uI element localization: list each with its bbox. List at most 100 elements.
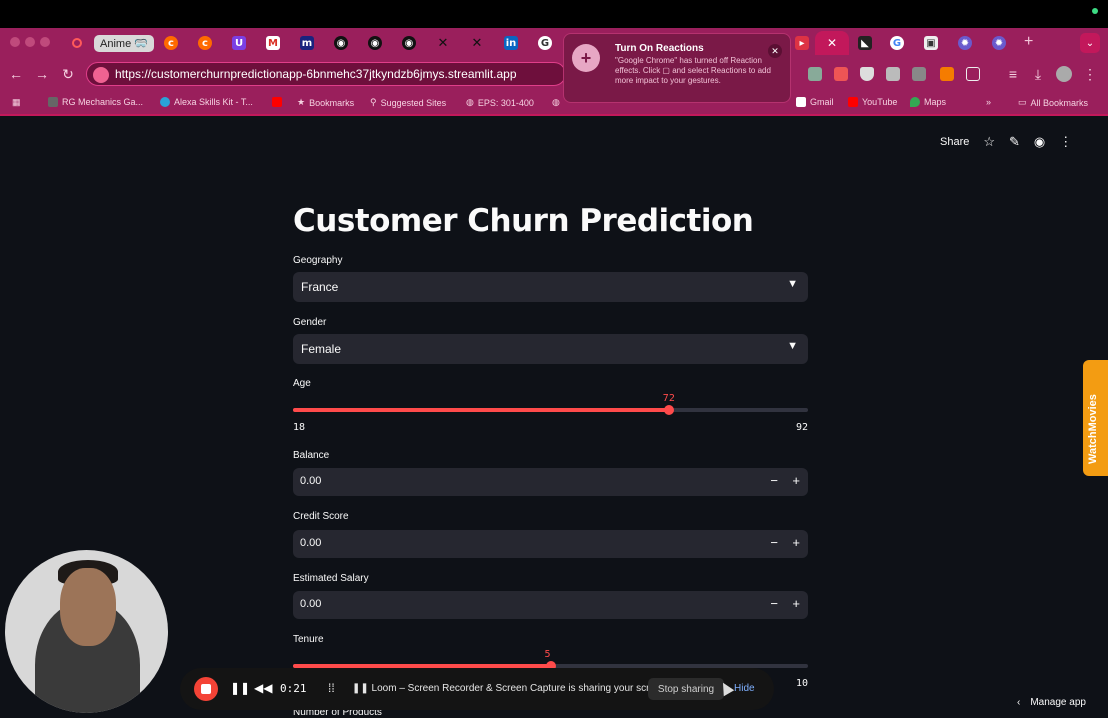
bookmark-youtube-red[interactable] [272, 97, 282, 107]
profile-avatar[interactable] [1056, 66, 1072, 82]
download-icon[interactable]: ⤓ [1028, 64, 1048, 84]
age-slider-thumb[interactable] [663, 405, 674, 415]
browser-tab[interactable]: c [188, 31, 222, 55]
credit-score-increment-button[interactable]: + [792, 535, 800, 550]
browser-tab[interactable]: ◉ [324, 31, 358, 55]
webcam-person-face [60, 568, 116, 646]
browser-tab[interactable] [60, 31, 94, 55]
browser-tab[interactable]: ✹ [948, 31, 982, 55]
estimated-salary-decrement-button[interactable]: − [770, 596, 778, 611]
bookmark-label: Maps [924, 97, 947, 107]
age-label: Age [293, 378, 311, 389]
browser-tab[interactable]: ◣ [848, 31, 882, 55]
browser-tab[interactable]: M [256, 31, 290, 55]
browser-tab[interactable]: ▣ [914, 31, 948, 55]
estimated-salary-value: 0.00 [300, 598, 322, 610]
forward-arrow-icon[interactable]: → [32, 64, 52, 84]
browser-tab[interactable]: m [290, 31, 324, 55]
reading-list-icon[interactable]: ≡ [1003, 64, 1023, 84]
webcam-bubble[interactable] [5, 550, 168, 713]
bookmarks-more-chevron[interactable]: » [986, 97, 991, 107]
bookmark-globe[interactable]: ◍ [552, 97, 560, 108]
star-icon: ★ [297, 97, 306, 107]
browser-tab[interactable]: c [154, 31, 188, 55]
shield-icon[interactable] [860, 67, 874, 81]
star-icon[interactable]: ☆ [983, 134, 995, 150]
browser-tab[interactable]: ✕ [460, 31, 494, 55]
maps-icon [910, 97, 920, 107]
loom-recording-bar: ❚❚ ◀◀ 0:21 ⁞⁞ ❚❚ Loom – Screen Recorder … [180, 668, 774, 710]
loom-elapsed-time: 0:21 [280, 682, 307, 695]
estimated-salary-input[interactable]: 0.00 − + [293, 591, 808, 619]
folder-icon: ▭ [1018, 97, 1027, 107]
window-close-button[interactable] [10, 37, 20, 47]
estimated-salary-increment-button[interactable]: + [792, 596, 800, 611]
kebab-menu-icon[interactable]: ⋮ [1080, 64, 1100, 84]
stop-sharing-button[interactable]: Stop sharing [648, 678, 724, 700]
extension-icon[interactable] [940, 67, 954, 81]
loom-drag-handle-icon[interactable]: ⁞⁞ [328, 681, 335, 695]
window-minimize-button[interactable] [25, 37, 35, 47]
pause-icon[interactable]: ❚❚ [230, 681, 250, 695]
rewind-icon[interactable]: ◀◀ [254, 681, 272, 695]
new-tab-button[interactable]: + [1024, 33, 1033, 51]
manage-app-button[interactable]: ‹ Manage app [1017, 697, 1086, 708]
bookmark-maps[interactable]: Maps [910, 97, 946, 107]
browser-tab[interactable]: ✹ [982, 31, 1016, 55]
estimated-salary-label: Estimated Salary [293, 573, 369, 584]
notification-close-button[interactable]: ✕ [768, 44, 782, 58]
bookmark-youtube[interactable]: YouTube [848, 97, 897, 107]
extension-icon[interactable] [886, 67, 900, 81]
balance-decrement-button[interactable]: − [770, 473, 778, 488]
geography-select[interactable]: France ▼ [293, 272, 808, 302]
browser-tab[interactable]: ◉ [392, 31, 426, 55]
bookmark-suggested[interactable]: ⚲ Suggested Sites [370, 97, 446, 108]
gender-select[interactable]: Female ▼ [293, 334, 808, 364]
balance-increment-button[interactable]: + [792, 473, 800, 488]
tab-search-chevron-icon[interactable]: ⌄ [1080, 33, 1100, 53]
browser-tab-anime[interactable]: Anime 🥽 [94, 31, 154, 55]
url-text: https://customerchurnpredictionapp-6bnme… [115, 67, 517, 81]
bookmark-gmail[interactable]: Gmail [796, 97, 834, 107]
address-bar[interactable]: https://customerchurnpredictionapp-6bnme… [86, 62, 566, 86]
browser-tab[interactable]: G [880, 31, 914, 55]
share-button[interactable]: Share [940, 136, 969, 148]
recording-indicator-dot [1092, 8, 1098, 14]
credit-score-decrement-button[interactable]: − [770, 535, 778, 550]
back-arrow-icon[interactable]: ← [6, 64, 26, 84]
puzzle-icon[interactable] [966, 67, 980, 81]
bookmark-label: Bookmarks [309, 97, 355, 108]
extension-icon[interactable] [912, 67, 926, 81]
browser-tab[interactable]: U [222, 31, 256, 55]
hide-button[interactable]: Hide [734, 683, 755, 694]
close-tab-icon[interactable]: ✕ [827, 36, 837, 50]
bookmark-eps[interactable]: ◍ EPS: 301-400 [466, 97, 534, 108]
window-zoom-button[interactable] [40, 37, 50, 47]
browser-tab-active[interactable]: ✕ [815, 31, 849, 55]
apps-grid-icon[interactable]: ▦ [12, 97, 21, 108]
browser-tab[interactable]: in [494, 31, 528, 55]
browser-tab[interactable]: ◉ [358, 31, 392, 55]
github-icon[interactable]: ◉ [1034, 134, 1045, 150]
bookmark-bookmarks[interactable]: ★ Bookmarks [297, 97, 354, 108]
watchmovies-side-tab[interactable]: WatchMovies [1083, 360, 1108, 476]
age-slider[interactable] [293, 405, 808, 415]
pencil-icon[interactable]: ✎ [1009, 134, 1020, 150]
kebab-menu-icon[interactable]: ⋮ [1059, 134, 1072, 150]
reactions-notification[interactable]: + Turn On Reactions "Google Chrome" has … [563, 33, 791, 103]
browser-tab[interactable]: ✕ [426, 31, 460, 55]
bookmark-rg-mechanics[interactable]: RG Mechanics Ga... [48, 97, 143, 107]
bookmarks-bar: ▦ RG Mechanics Ga... Alexa Skills Kit - … [0, 90, 1108, 116]
balance-input[interactable]: 0.00 − + [293, 468, 808, 496]
bookmark-alexa[interactable]: Alexa Skills Kit - T... [160, 97, 253, 107]
youtube-icon [848, 97, 858, 107]
bookmark-all[interactable]: ▭ All Bookmarks [1018, 97, 1088, 108]
browser-tab[interactable]: G [528, 31, 562, 55]
loom-stop-recording-button[interactable] [194, 677, 218, 701]
extension-icon[interactable] [808, 67, 822, 81]
extension-icon[interactable] [834, 67, 848, 81]
x-icon: ✕ [437, 35, 449, 51]
reload-icon[interactable]: ↻ [58, 64, 78, 84]
credit-score-input[interactable]: 0.00 − + [293, 530, 808, 558]
menu-bar-area [0, 0, 1108, 28]
